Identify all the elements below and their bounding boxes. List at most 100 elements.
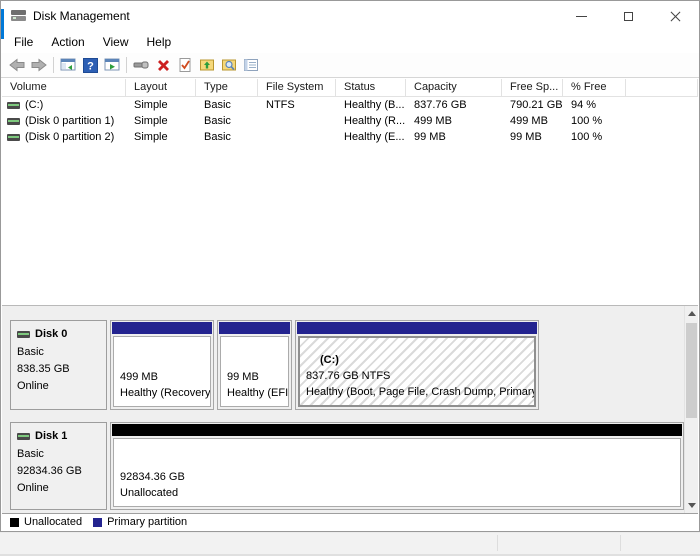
vertical-scrollbar[interactable] (684, 306, 698, 515)
partition-color-bar (112, 322, 212, 334)
partition-color-bar (297, 322, 537, 334)
table-row[interactable]: (Disk 0 partition 1) Simple Basic Healthy (… (2, 113, 698, 129)
properties-icon[interactable] (240, 54, 262, 76)
table-cell: Simple (134, 99, 168, 111)
table-cell: Healthy (B... (344, 99, 405, 111)
partition-body[interactable]: 99 MB Healthy (EFI S (220, 336, 289, 407)
show-action-pane-icon[interactable] (101, 54, 123, 76)
back-icon[interactable] (6, 54, 28, 76)
partition-size: 837.76 GB NTFS (306, 370, 391, 382)
disk-partitions: 92834.36 GB Unallocated (110, 422, 684, 510)
table-cell: 99 MB (510, 131, 542, 143)
maximize-button[interactable] (605, 1, 652, 31)
partition-box[interactable]: 499 MB Healthy (Recovery (110, 320, 214, 410)
scroll-down-icon[interactable] (685, 498, 698, 513)
help-icon[interactable]: ? (79, 54, 101, 76)
table-cell: 790.21 GB (510, 99, 563, 111)
column-header-type[interactable]: Type (196, 79, 258, 97)
legend-swatch (93, 517, 103, 527)
table-cell: 499 MB (510, 115, 548, 127)
table-row[interactable]: (C:) Simple Basic NTFS Healthy (B... 837.76 G… (2, 97, 698, 113)
disk-status: Online (17, 380, 49, 392)
volume-table-body: (C:) Simple Basic NTFS Healthy (B... 837.76 G… (2, 97, 698, 145)
disk-size: 838.35 GB (17, 363, 70, 375)
toolbar-separator (126, 57, 127, 73)
disk-icon (17, 433, 30, 440)
volume-cell: (Disk 0 partition 1) (2, 113, 126, 129)
column-header-file-system[interactable]: File System (258, 79, 336, 97)
partition-status: Healthy (Boot, Page File, Crash Dump, Pr… (306, 386, 536, 398)
table-cell: Healthy (R... (344, 115, 406, 127)
table-cell: Healthy (E... (344, 131, 405, 143)
partition-status: Healthy (EFI S (227, 387, 289, 399)
check-document-icon[interactable] (174, 54, 196, 76)
table-cell: NTFS (266, 99, 295, 111)
menu-view[interactable]: View (94, 32, 138, 52)
volume-cell: (C:) (2, 97, 126, 113)
table-cell (626, 113, 698, 129)
close-icon (670, 11, 681, 22)
toolbar-separator (53, 57, 54, 73)
column-header-filler (626, 79, 698, 97)
column-header-layout[interactable]: Layout (126, 79, 196, 97)
table-cell: Simple (134, 131, 168, 143)
partition-box[interactable]: (C:) 837.76 GB NTFS Healthy (Boot, Page Fi… (295, 320, 539, 410)
table-cell: 99 MB (414, 131, 446, 143)
minimize-button[interactable] (558, 1, 605, 31)
partition-body[interactable]: 92834.36 GB Unallocated (113, 438, 681, 507)
partition-color-bar (219, 322, 290, 334)
disk-partitions: 499 MB Healthy (Recovery 99 MB Healthy (EFI… (110, 320, 539, 410)
menu-bar: File Action View Help (1, 31, 699, 53)
close-button[interactable] (652, 1, 699, 31)
folder-search-icon[interactable] (218, 54, 240, 76)
column-header-free-space[interactable]: Free Sp... (502, 79, 563, 97)
disk-size: 92834.36 GB (17, 465, 82, 477)
disk-name-text: Disk 0 (35, 328, 68, 340)
table-cell: Basic (204, 99, 231, 111)
background-area (0, 533, 700, 556)
scroll-up-icon[interactable] (685, 306, 698, 321)
menu-help[interactable]: Help (138, 32, 181, 52)
menu-file[interactable]: File (5, 32, 42, 52)
background-divider (497, 535, 498, 551)
table-cell: 499 MB (414, 115, 452, 127)
partition-box[interactable]: 99 MB Healthy (EFI S (217, 320, 292, 410)
table-row[interactable]: (Disk 0 partition 2) Simple Basic Healthy (… (2, 129, 698, 145)
configure-icon[interactable] (130, 54, 152, 76)
maximize-icon (624, 11, 633, 21)
column-header-status[interactable]: Status (336, 79, 406, 97)
disk-label-0[interactable]: Disk 0 Basic 838.35 GB Online (10, 320, 107, 410)
table-cell (626, 129, 698, 145)
disk-row-0: Disk 0 Basic 838.35 GB Online 499 MB Healthy … (10, 320, 539, 410)
table-cell (258, 113, 336, 129)
column-header-pct-free[interactable]: % Free (563, 79, 626, 97)
scrollbar-thumb[interactable] (686, 323, 697, 418)
disk-icon (17, 331, 30, 338)
window-title: Disk Management (33, 9, 130, 23)
legend-label: Unallocated (24, 516, 83, 528)
column-header-capacity[interactable]: Capacity (406, 79, 502, 97)
legend-item: Primary partition (93, 516, 187, 528)
column-header-volume[interactable]: Volume (2, 79, 126, 97)
show-console-tree-icon[interactable] (57, 54, 79, 76)
disk-name: Disk 1 (17, 428, 100, 445)
table-cell: 94 % (571, 99, 597, 111)
partition-label: (C:) (320, 354, 339, 366)
table-cell: Basic (204, 131, 231, 143)
folder-up-icon[interactable] (196, 54, 218, 76)
partition-body[interactable]: 499 MB Healthy (Recovery (113, 336, 211, 407)
delete-icon[interactable] (152, 54, 174, 76)
legend-label: Primary partition (107, 516, 188, 528)
disk-label-1[interactable]: Disk 1 Basic 92834.36 GB Online (10, 422, 107, 510)
partition-body[interactable]: (C:) 837.76 GB NTFS Healthy (Boot, Page Fi… (298, 336, 536, 407)
disk-type: Basic (17, 346, 44, 358)
table-cell: 100 % (571, 115, 603, 127)
table-cell: Simple (134, 115, 168, 127)
forward-icon[interactable] (28, 54, 50, 76)
partition-status: Unallocated (120, 487, 179, 499)
table-cell: 837.76 GB (414, 99, 467, 111)
volume-cell: (Disk 0 partition 2) (2, 129, 126, 145)
menu-action[interactable]: Action (42, 32, 93, 52)
partition-box[interactable]: 92834.36 GB Unallocated (110, 422, 684, 510)
volume-icon (7, 101, 20, 109)
